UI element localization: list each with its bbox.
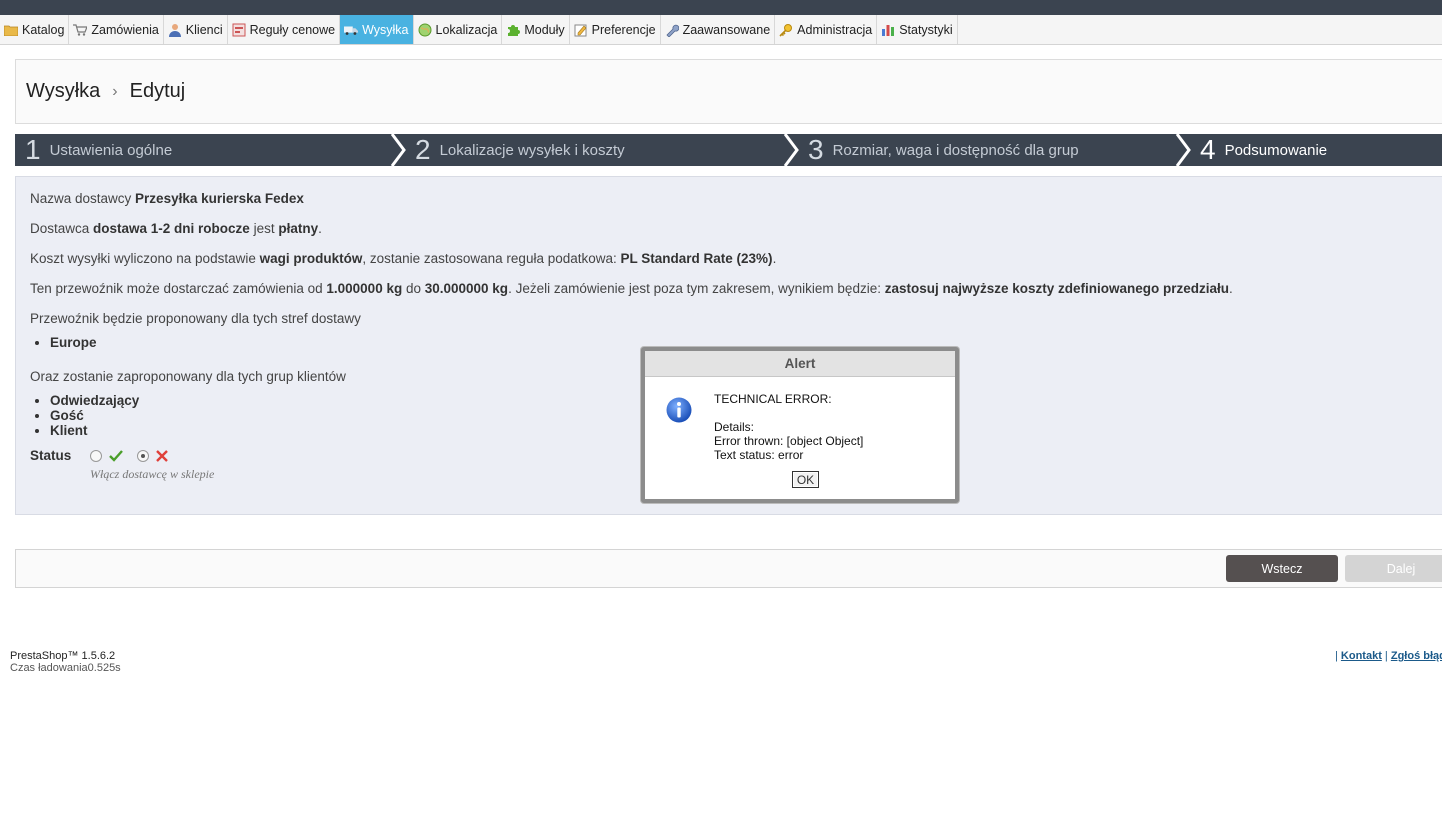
cart-icon	[73, 23, 88, 37]
summary-zones-intro: Przewoźnik będzie proponowany dla tych s…	[30, 311, 361, 326]
menu-item-statystyki[interactable]: Statystyki	[877, 15, 958, 44]
wizard-step-1[interactable]: 1 Ustawienia ogólne	[25, 134, 172, 166]
ok-button[interactable]: OK	[792, 471, 819, 488]
menu-item-zamowienia[interactable]: Zamówienia	[69, 15, 164, 44]
step-label: Rozmiar, waga i dostępność dla grup	[832, 141, 1079, 159]
cross-icon	[156, 449, 168, 462]
back-button[interactable]: Wstecz	[1226, 555, 1338, 582]
summary-range: Ten przewoźnik może dostarczać zamówieni…	[30, 281, 1233, 296]
contact-link[interactable]: Kontakt	[1341, 650, 1382, 662]
user-icon	[168, 23, 182, 37]
summary-carrier-name: Nazwa dostawcy Przesyłka kurierska Fedex	[30, 191, 304, 206]
truck-icon	[344, 23, 359, 37]
top-bar	[0, 0, 1442, 15]
globe-icon	[418, 23, 432, 37]
step-divider-icon	[390, 134, 406, 166]
breadcrumb-page: Edytuj	[129, 80, 186, 102]
step-label: Podsumowanie	[1224, 141, 1328, 159]
wizard-step-4[interactable]: 4 Podsumowanie	[1200, 134, 1327, 166]
info-icon	[666, 397, 692, 423]
menu-label: Klienci	[185, 22, 223, 37]
menu-item-wysylka[interactable]: Wysyłka	[340, 15, 414, 44]
menu-item-moduly[interactable]: Moduły	[502, 15, 570, 44]
step-label: Lokalizacje wysyłek i koszty	[439, 141, 625, 159]
puzzle-icon	[506, 23, 521, 37]
menu-item-preferencje[interactable]: Preferencje	[570, 15, 661, 44]
menu-label: Zamówienia	[91, 22, 159, 37]
report-bug-link[interactable]: Zgłoś błąd	[1391, 650, 1442, 662]
wizard-step-2[interactable]: 2 Lokalizacje wysyłek i koszty	[415, 134, 625, 166]
menu-label: Reguły cenowe	[249, 22, 336, 37]
summary-cost: Koszt wysyłki wyliczono na podstawie wag…	[30, 251, 777, 266]
page-title: Wysyłka › Edytuj	[15, 59, 1442, 124]
summary-delay: Dostawca dostawa 1-2 dni robocze jest pł…	[30, 221, 322, 236]
check-icon	[109, 449, 123, 462]
menu-label: Wysyłka	[362, 22, 409, 37]
price-rules-icon	[232, 23, 246, 37]
main-menu: Katalog Zamówienia Klienci Reguły cenowe…	[0, 15, 1442, 45]
menu-label: Administracja	[797, 22, 873, 37]
preferences-icon	[574, 23, 588, 37]
wrench-icon	[665, 23, 679, 37]
menu-item-katalog[interactable]: Katalog	[0, 15, 70, 44]
menu-label: Katalog	[22, 22, 65, 37]
step-number: 4	[1200, 134, 1216, 165]
menu-item-reguly-cenowe[interactable]: Reguły cenowe	[228, 15, 341, 44]
status-disabled-radio[interactable]	[137, 449, 149, 462]
bar-chart-icon	[881, 23, 895, 37]
step-label: Ustawienia ogólne	[49, 141, 173, 159]
step-number: 3	[808, 134, 824, 165]
folder-icon	[4, 23, 18, 37]
version-text: PrestaShop™ 1.5.6.2	[10, 650, 116, 662]
alert-title: Alert	[645, 351, 955, 377]
wizard-steps: 1 Ustawienia ogólne 2 Lokalizacje wysyłe…	[15, 134, 1442, 166]
page-footer: PrestaShop™ 1.5.6.2 Czas ładowania0.525s	[10, 650, 121, 674]
menu-item-lokalizacja[interactable]: Lokalizacja	[414, 15, 503, 44]
menu-label: Lokalizacja	[435, 22, 498, 37]
step-divider-icon	[1175, 134, 1191, 166]
wizard-step-3[interactable]: 3 Rozmiar, waga i dostępność dla grup	[808, 134, 1079, 166]
chevron-right-icon: ›	[112, 82, 118, 100]
step-divider-icon	[783, 134, 799, 166]
menu-label: Moduły	[524, 22, 565, 37]
menu-item-administracja[interactable]: Administracja	[775, 15, 878, 44]
menu-label: Preferencje	[591, 22, 656, 37]
key-icon	[779, 23, 793, 37]
step-number: 2	[415, 134, 431, 165]
alert-message: TECHNICAL ERROR: Details: Error thrown: …	[714, 392, 864, 462]
menu-label: Zaawansowane	[682, 22, 771, 37]
status-label: Status	[30, 448, 72, 463]
next-button[interactable]: Dalej	[1345, 555, 1442, 582]
footer-separator: |	[1381, 650, 1391, 662]
footer-links: | Kontakt | Zgłoś błąd	[1335, 650, 1442, 662]
menu-item-zaawansowane[interactable]: Zaawansowane	[661, 15, 776, 44]
wizard-actions: Wstecz Dalej	[15, 549, 1442, 588]
alert-dialog: Alert TECHNICAL ERROR: Details: Error th…	[641, 347, 959, 503]
step-number: 1	[25, 134, 41, 165]
status-enabled-radio[interactable]	[90, 449, 102, 462]
menu-item-klienci[interactable]: Klienci	[164, 15, 228, 44]
breadcrumb-section: Wysyłka	[26, 80, 101, 102]
menu-label: Statystyki	[899, 22, 953, 37]
load-time-text: Czas ładowania0.525s	[10, 662, 121, 674]
